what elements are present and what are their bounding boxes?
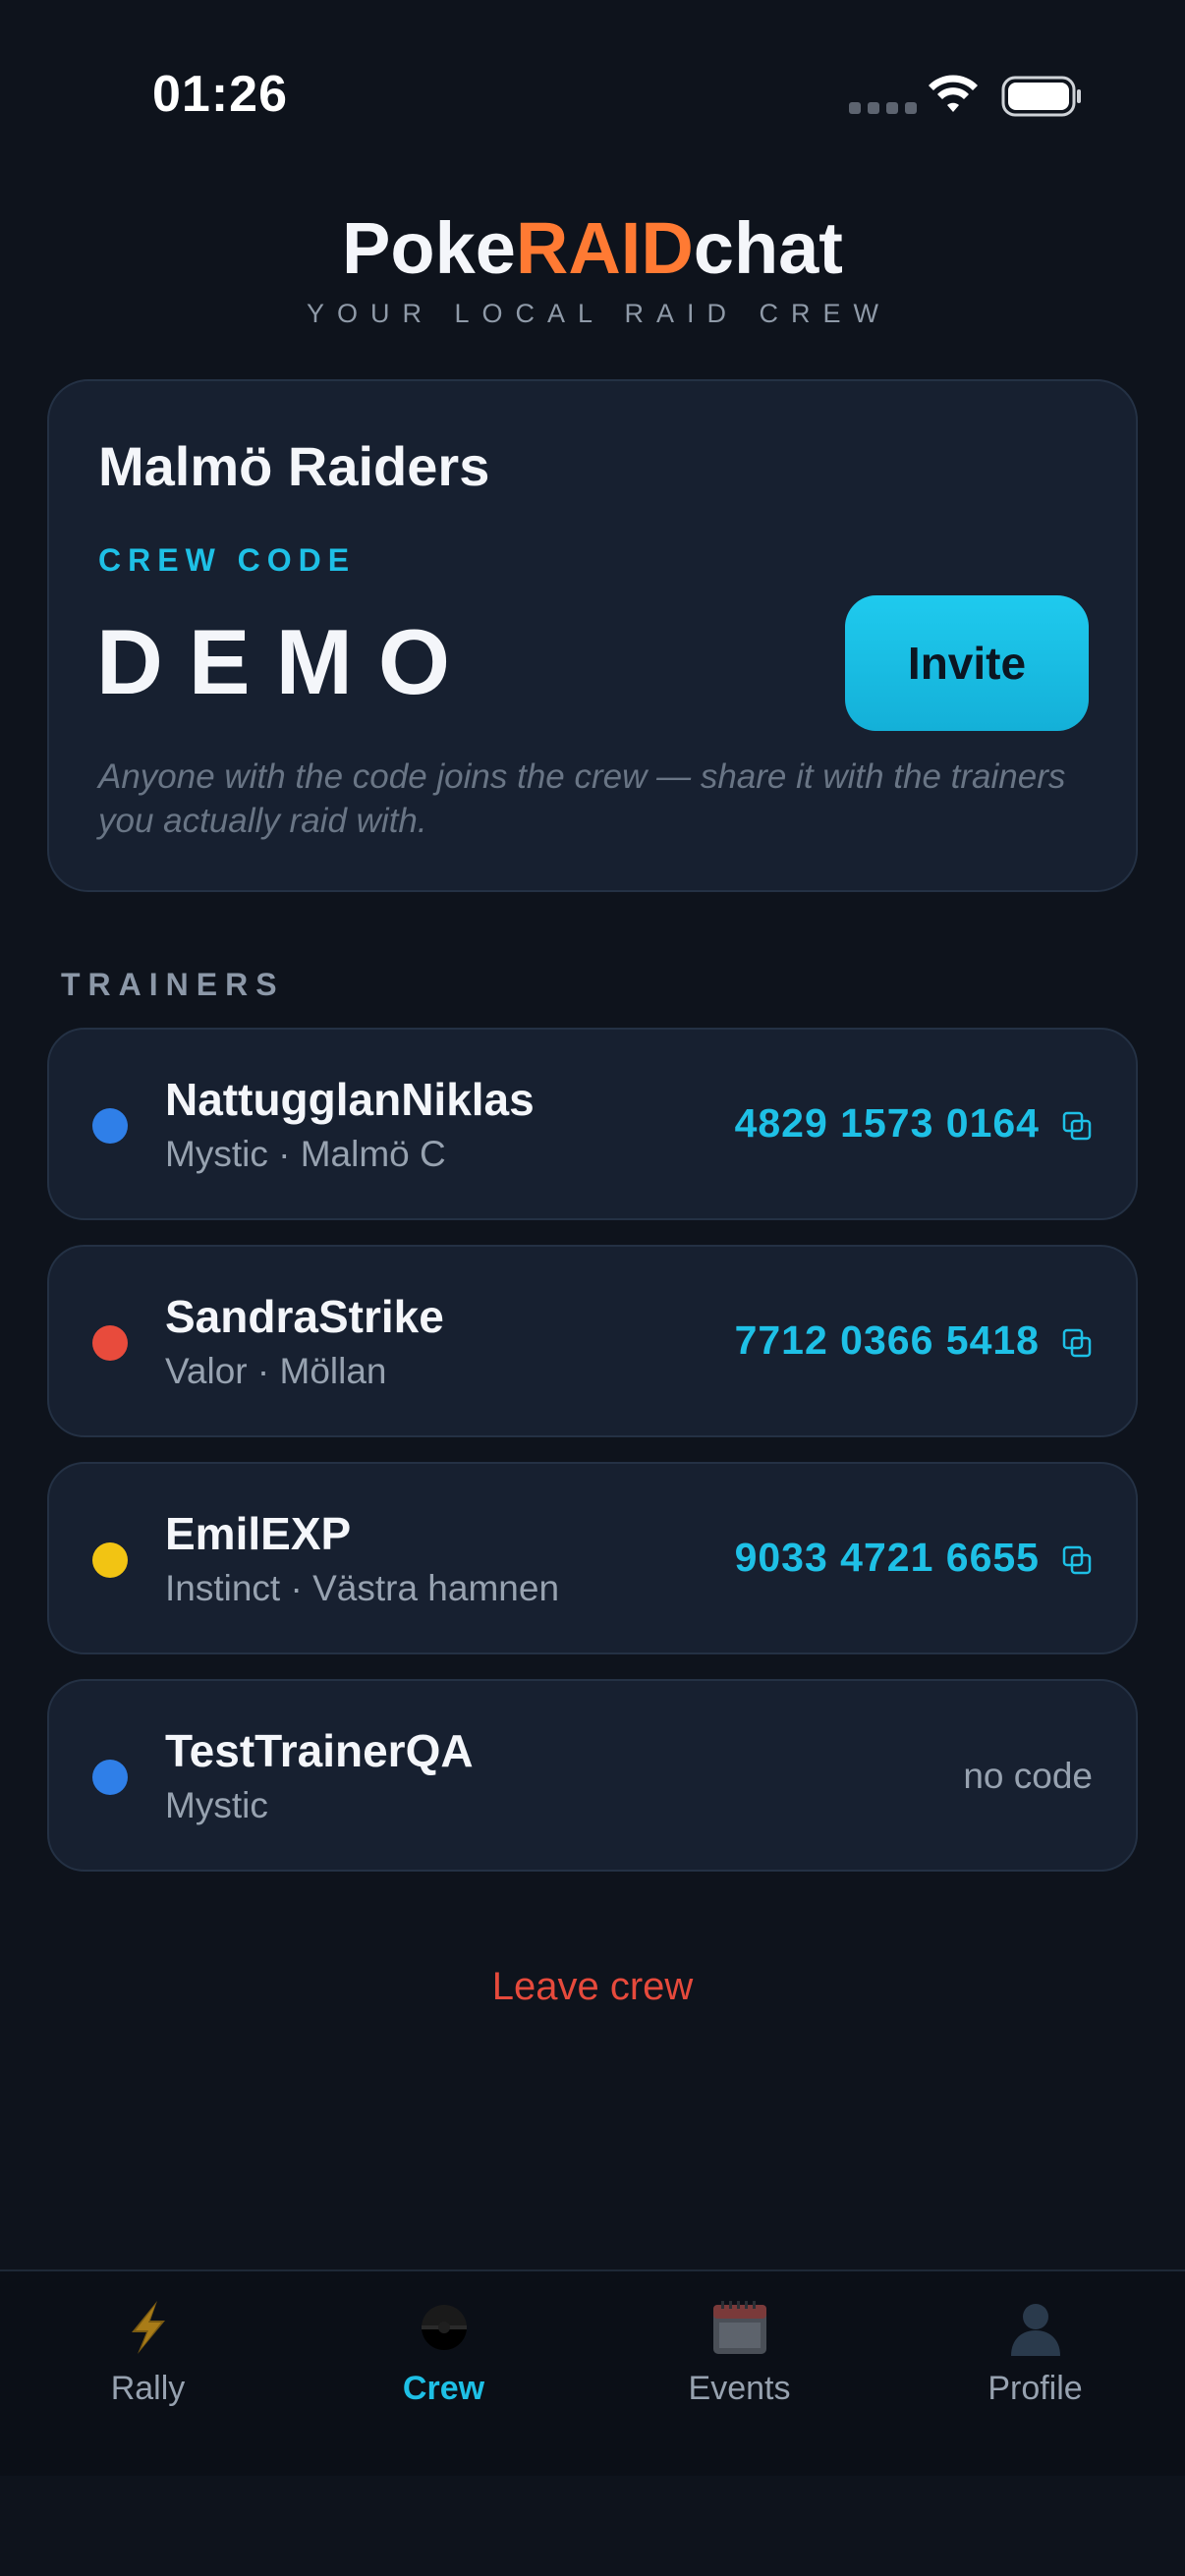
leave-crew-button[interactable]: Leave crew [0,1965,1185,2009]
brand-part-chat: chat [693,207,843,289]
crew-code-label: CREW CODE [98,542,357,578]
brand-part-poke: Poke [342,207,516,289]
wifi-icon [929,75,978,112]
trainer-row[interactable]: SandraStrike Valor · Möllan 7712 0366 54… [47,1245,1138,1437]
trainers-section-label: TRAINERS [61,967,285,1002]
tab-events[interactable]: Events [592,2271,887,2478]
trainer-meta: Mystic [165,1785,268,1825]
no-code-label: no code [963,1756,1093,1796]
trainer-meta: Instinct · Västra hamnen [165,1568,560,1608]
app-logo: PokeRAIDchat [0,206,1185,290]
tab-label: Profile [988,2370,1083,2407]
crew-code-hint: Anyone with the code joins the crew — sh… [98,757,1066,840]
status-bar: 01:26 [0,0,1185,147]
trainer-row[interactable]: NattugglanNiklas Mystic · Malmö C 4829 1… [47,1028,1138,1220]
copy-icon[interactable] [1061,1327,1093,1359]
team-dot [92,1108,128,1144]
tab-rally[interactable]: Rally [0,2271,296,2478]
trainer-row[interactable]: TestTrainerQA Mystic no code [47,1679,1138,1872]
battery-icon [1001,76,1081,117]
trainer-name: SandraStrike [165,1291,444,1342]
calendar-icon [713,2301,766,2354]
trainer-meta: Valor · Möllan [165,1351,387,1391]
trainer-meta: Mystic · Malmö C [165,1134,446,1174]
tab-label: Crew [402,2370,485,2407]
home-indicator-area [0,2476,1185,2576]
friend-code[interactable]: 4829 1573 0164 [735,1100,1040,1147]
pokeball-icon [422,2305,467,2350]
invite-button[interactable]: Invite [845,595,1089,731]
trainer-name: TestTrainerQA [165,1725,474,1776]
tab-profile[interactable]: Profile [887,2271,1183,2478]
trainer-name: EmilEXP [165,1508,352,1559]
person-icon [1011,2304,1060,2356]
tab-label: Events [688,2370,791,2407]
crew-card: Malmö Raiders CREW CODE DEMO Invite Anyo… [47,379,1138,892]
crew-name: Malmö Raiders [98,435,490,497]
team-dot [92,1325,128,1361]
team-dot [92,1760,128,1795]
trainer-row[interactable]: EmilEXP Instinct · Västra hamnen 9033 47… [47,1462,1138,1654]
friend-code[interactable]: 9033 4721 6655 [735,1535,1040,1581]
team-dot [92,1542,128,1578]
crew-screen: 01:26 PokeRAIDchat YOUR LOCAL RAID CREW … [0,0,1185,2576]
tagline: YOUR LOCAL RAID CREW [306,299,892,328]
cellular-signal-icon [849,102,917,114]
crew-code: DEMO [96,610,476,713]
friend-code[interactable]: 7712 0366 5418 [735,1317,1040,1364]
tab-label: Rally [110,2370,186,2407]
brand-part-raid: RAID [515,207,694,289]
tab-crew[interactable]: Crew [296,2271,592,2478]
copy-icon[interactable] [1061,1544,1093,1576]
lightning-icon [132,2301,165,2354]
copy-icon[interactable] [1061,1110,1093,1142]
tab-bar: Rally Crew Events Profile [0,2269,1185,2476]
trainer-name: NattugglanNiklas [165,1074,535,1125]
status-time: 01:26 [152,66,288,123]
